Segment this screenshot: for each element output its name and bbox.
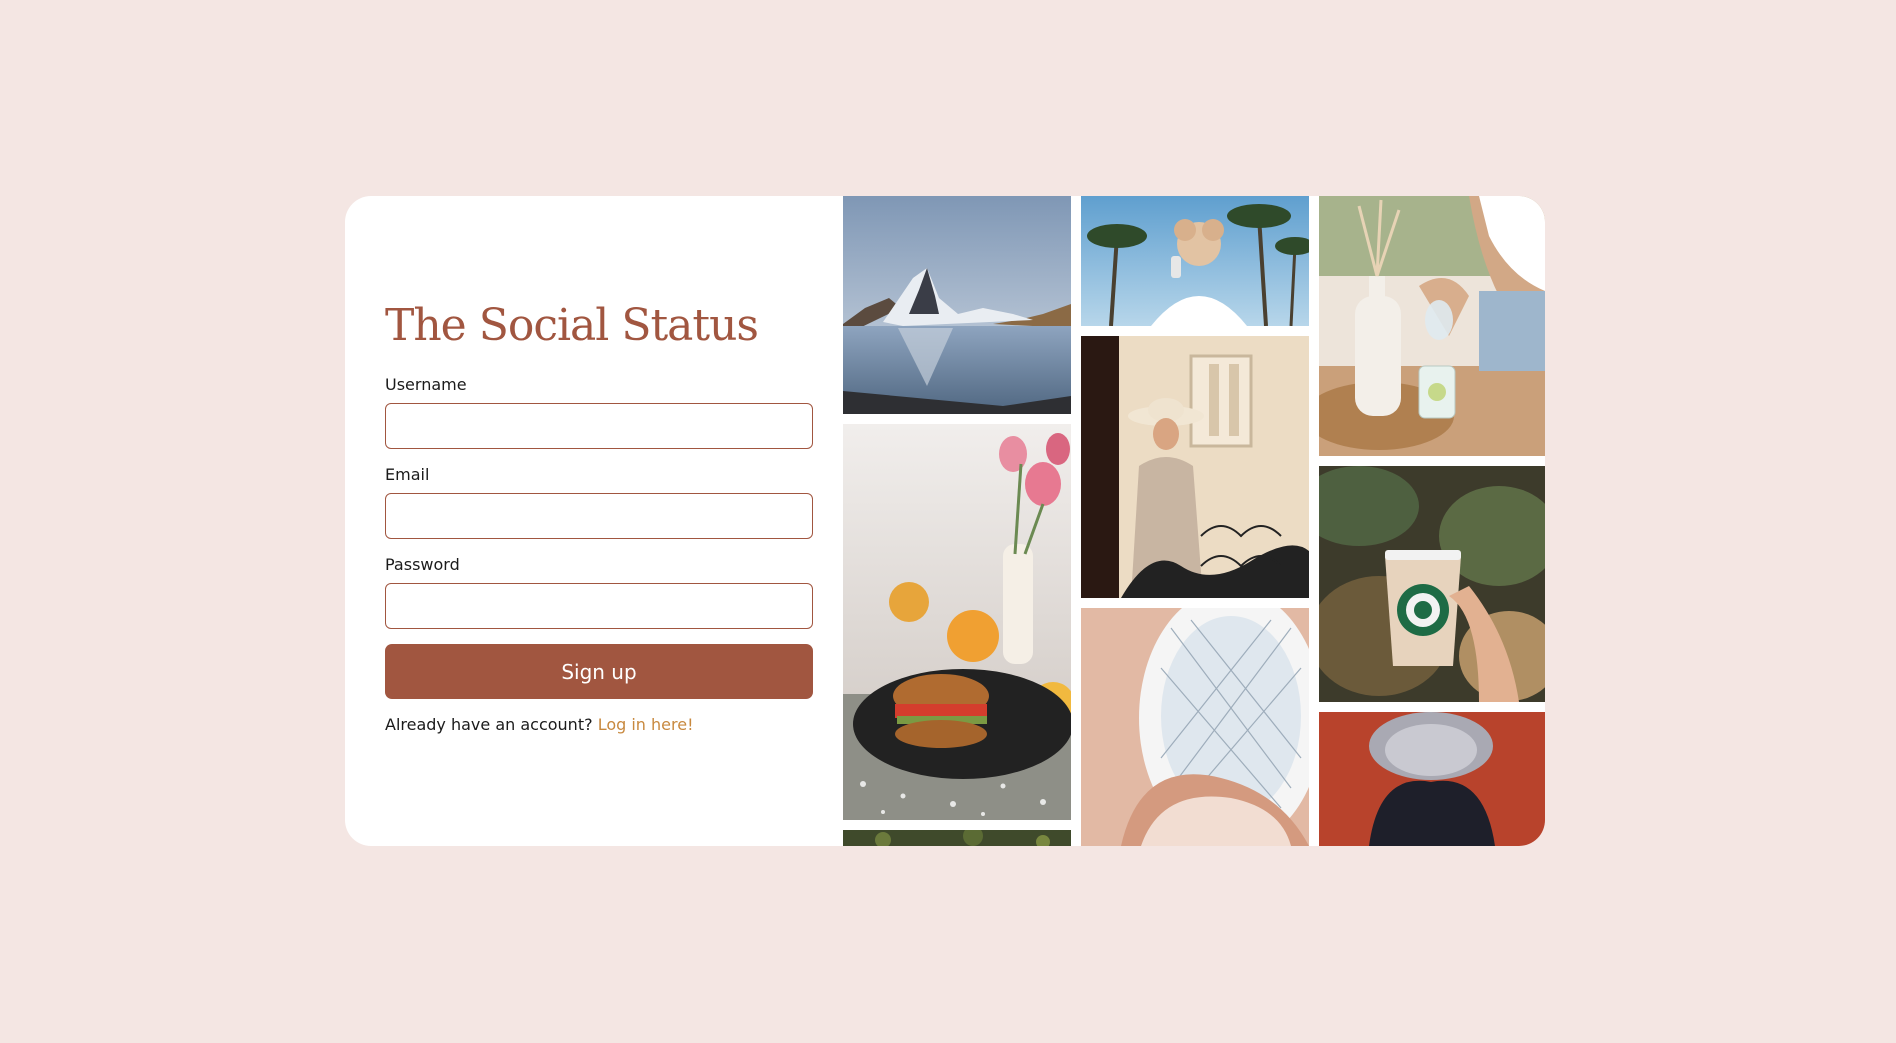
- email-input[interactable]: [385, 493, 813, 539]
- burger-table-photo: [843, 424, 1071, 820]
- plant-photo: [843, 830, 1071, 846]
- photo-gallery: [843, 196, 1545, 846]
- signup-form: The Social Status Username Email Passwor…: [345, 196, 843, 846]
- atrium-photo: [1081, 608, 1309, 846]
- username-label: Username: [385, 375, 467, 394]
- grey-hair-photo: [1319, 712, 1545, 846]
- app-title: The Social Status: [385, 300, 759, 351]
- login-prompt-row: Already have an account? Log in here!: [385, 715, 694, 734]
- pouring-water-photo: [1319, 196, 1545, 456]
- starbucks-drink-photo: [1319, 466, 1545, 702]
- username-input[interactable]: [385, 403, 813, 449]
- password-label: Password: [385, 555, 460, 574]
- password-input[interactable]: [385, 583, 813, 629]
- woman-hat-balcony-photo: [1081, 336, 1309, 598]
- signup-card: The Social Status Username Email Passwor…: [345, 196, 1545, 846]
- login-link[interactable]: Log in here!: [598, 715, 694, 734]
- signup-button[interactable]: Sign up: [385, 644, 813, 699]
- login-prompt-text: Already have an account?: [385, 715, 593, 734]
- palm-photo: [1081, 196, 1309, 326]
- email-label: Email: [385, 465, 430, 484]
- mountain-lake-photo: [843, 196, 1071, 414]
